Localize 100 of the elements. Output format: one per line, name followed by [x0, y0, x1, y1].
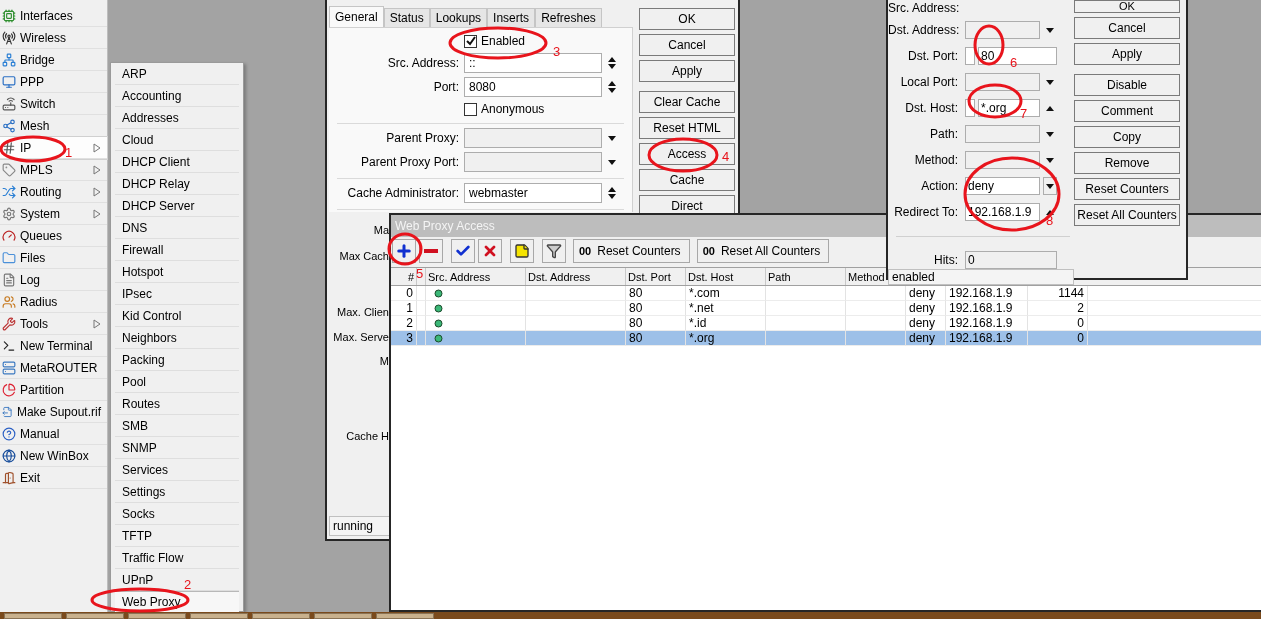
button[interactable]: Remove [1074, 152, 1180, 174]
spin-arrows-icon[interactable] [607, 55, 617, 71]
menu-item[interactable]: New Terminal [0, 335, 107, 357]
menu-item[interactable]: Routing [0, 181, 107, 203]
button[interactable]: OK [639, 8, 735, 30]
submenu-item[interactable]: Accounting [115, 85, 239, 107]
dropdown-arrow-icon[interactable] [1045, 181, 1055, 191]
comment-button[interactable] [510, 239, 534, 263]
table-row[interactable]: 1 80 *.net deny 192.168.1.9 2 [391, 301, 1261, 316]
menu-item[interactable]: Queues [0, 225, 107, 247]
tab[interactable]: Inserts [487, 8, 536, 27]
disable-button[interactable] [478, 239, 502, 263]
dropdown-arrow-icon[interactable] [1045, 155, 1055, 165]
submenu-item[interactable]: Hotspot [115, 261, 239, 283]
submenu-item[interactable]: DNS [115, 217, 239, 239]
menu-item[interactable]: MetaROUTER [0, 357, 107, 379]
column-header[interactable]: Path [766, 268, 846, 285]
add-button[interactable] [392, 239, 416, 263]
dropdown-arrow-icon[interactable] [1045, 25, 1055, 35]
reset-counters-button[interactable]: 00 Reset All Counters [696, 239, 830, 263]
button[interactable]: Comment [1074, 100, 1180, 122]
button[interactable]: Copy [1074, 126, 1180, 148]
input-field[interactable]: webmaster [464, 183, 602, 203]
dropdown-button[interactable] [1043, 177, 1057, 195]
table-row[interactable]: 0 80 *.com deny 192.168.1.9 1144 [391, 286, 1261, 301]
menu-item[interactable]: Bridge [0, 49, 107, 71]
menu-item[interactable]: Exit [0, 467, 107, 489]
submenu-item[interactable]: DHCP Server [115, 195, 239, 217]
filter-button[interactable] [542, 239, 566, 263]
menu-item[interactable]: Interfaces [0, 5, 107, 27]
menu-item[interactable]: Log [0, 269, 107, 291]
dropdown-arrow-icon[interactable] [607, 157, 617, 167]
submenu-item[interactable]: DHCP Client [115, 151, 239, 173]
spin-arrows-icon[interactable] [607, 79, 617, 95]
submenu-item[interactable]: SNMP [115, 437, 239, 459]
tab[interactable]: General [329, 6, 384, 27]
column-header[interactable]: Dst. Address [526, 268, 626, 285]
button[interactable]: OK [1074, 0, 1180, 13]
menu-item[interactable]: Tools [0, 313, 107, 335]
menu-item[interactable]: Radius [0, 291, 107, 313]
column-header[interactable]: Dst. Port [626, 268, 686, 285]
reset-counters-button[interactable]: 00 Reset Counters [573, 239, 690, 263]
tab[interactable]: Lookups [429, 8, 488, 27]
invert-checkbox[interactable] [965, 99, 975, 117]
submenu-item[interactable]: Settings [115, 481, 239, 503]
enable-button[interactable] [451, 239, 475, 263]
button[interactable]: Reset All Counters [1074, 204, 1180, 226]
input-field[interactable] [464, 152, 602, 172]
menu-item[interactable]: Make Supout.rif [0, 401, 107, 423]
submenu-item[interactable]: Cloud [115, 129, 239, 151]
dropdown-arrow-icon[interactable] [607, 133, 617, 143]
dropdown-arrow-icon[interactable] [1045, 129, 1055, 139]
menu-item[interactable]: Switch [0, 93, 107, 115]
submenu-item[interactable]: Firewall [115, 239, 239, 261]
submenu-item[interactable]: Socks [115, 503, 239, 525]
button[interactable]: Cancel [1074, 17, 1180, 39]
menu-item[interactable]: PPP [0, 71, 107, 93]
tab[interactable]: Refreshes [535, 8, 602, 27]
submenu-item[interactable]: Routes [115, 393, 239, 415]
input-field[interactable] [965, 21, 1040, 39]
button[interactable]: Apply [1074, 43, 1180, 65]
submenu-item[interactable]: Kid Control [115, 305, 239, 327]
button[interactable]: Disable [1074, 74, 1180, 96]
spin-arrows-icon[interactable] [607, 185, 617, 201]
menu-item[interactable]: Partition [0, 379, 107, 401]
column-header[interactable]: Src. Address [426, 268, 526, 285]
submenu-item[interactable]: Neighbors [115, 327, 239, 349]
input-field[interactable]: 8080 [464, 77, 602, 97]
button[interactable]: Reset HTML [639, 117, 735, 139]
submenu-item[interactable]: Traffic Flow [115, 547, 239, 569]
remove-button[interactable] [419, 239, 443, 263]
tab[interactable]: Status [383, 8, 430, 27]
table-row[interactable]: 2 80 *.id deny 192.168.1.9 0 [391, 316, 1261, 331]
submenu-item[interactable]: Packing [115, 349, 239, 371]
menu-item[interactable]: New WinBox [0, 445, 107, 467]
menu-item[interactable]: MPLS [0, 159, 107, 181]
button[interactable]: Cache [639, 169, 735, 191]
submenu-item[interactable]: SMB [115, 415, 239, 437]
button[interactable]: Cancel [639, 34, 735, 56]
submenu-item[interactable]: Pool [115, 371, 239, 393]
input-field[interactable] [965, 73, 1040, 91]
submenu-item[interactable]: DHCP Relay [115, 173, 239, 195]
invert-checkbox[interactable] [965, 47, 975, 65]
input-field[interactable] [965, 125, 1040, 143]
submenu-item[interactable]: TFTP [115, 525, 239, 547]
checkbox[interactable] [464, 102, 477, 116]
button[interactable]: Apply [639, 60, 735, 82]
submenu-item[interactable]: ARP [115, 63, 239, 85]
input-field[interactable]: deny [965, 177, 1040, 195]
checkbox[interactable] [464, 34, 477, 48]
submenu-item[interactable]: Addresses [115, 107, 239, 129]
menu-item[interactable]: System [0, 203, 107, 225]
submenu-item[interactable]: IPsec [115, 283, 239, 305]
column-header[interactable]: # [391, 268, 417, 285]
table-row[interactable]: 3 80 *.org deny 192.168.1.9 0 [391, 331, 1261, 346]
button[interactable]: Clear Cache [639, 91, 735, 113]
menu-item[interactable]: Files [0, 247, 107, 269]
input-field[interactable] [464, 128, 602, 148]
dropdown-arrow-icon[interactable] [1045, 77, 1055, 87]
menu-item[interactable]: Wireless [0, 27, 107, 49]
